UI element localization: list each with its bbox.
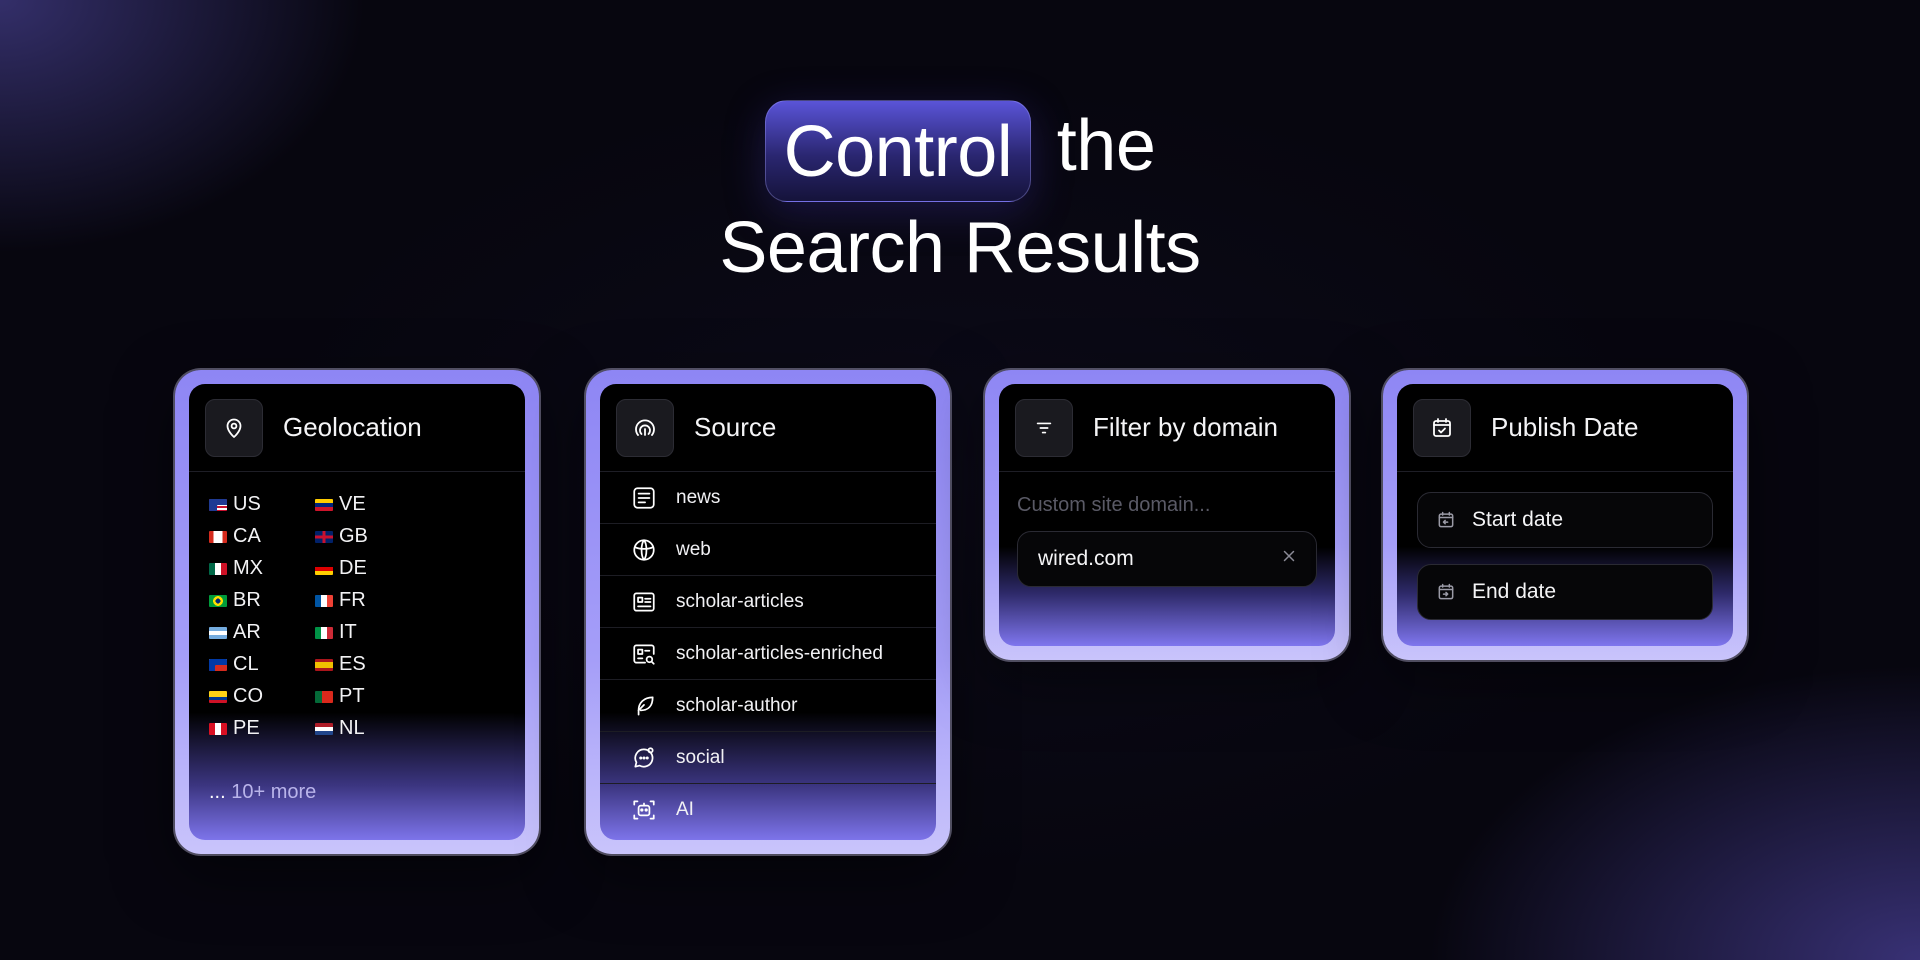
headline-highlight: Control: [764, 100, 1032, 202]
gb-flag-icon: [315, 530, 333, 543]
source-card: Source news web scholar-articles scholar…: [586, 370, 950, 854]
cl-flag-icon: [209, 658, 227, 671]
geolocation-title: Geolocation: [283, 412, 422, 442]
country-pt[interactable]: PT: [315, 684, 421, 709]
country-gb[interactable]: GB: [315, 524, 421, 549]
source-list: news web scholar-articles scholar-articl…: [600, 472, 936, 836]
country-pe[interactable]: PE: [209, 716, 315, 741]
source-item-social[interactable]: social: [600, 732, 936, 784]
nl-flag-icon: [315, 722, 333, 735]
country-mx[interactable]: MX: [209, 556, 315, 581]
filter-icon: [1015, 398, 1073, 457]
ar-flag-icon: [209, 626, 227, 639]
publish-date-card: Publish Date Start date End date: [1383, 370, 1747, 660]
source-item-ai[interactable]: AI: [600, 784, 936, 836]
country-us[interactable]: US: [209, 492, 315, 517]
newspaper-icon: [630, 484, 658, 512]
source-item-scholar-author[interactable]: scholar-author: [600, 680, 936, 732]
pe-flag-icon: [209, 722, 227, 735]
publish-date-panel: Publish Date Start date End date: [1397, 384, 1733, 646]
map-pin-icon: [205, 398, 263, 457]
source-title: Source: [694, 412, 777, 442]
country-list: US CA MX BR AR CL CO PE VE GB DE FR IT E…: [189, 472, 525, 741]
country-es[interactable]: ES: [315, 652, 421, 677]
feather-icon: [630, 692, 658, 720]
country-ar[interactable]: AR: [209, 620, 315, 645]
es-flag-icon: [315, 658, 333, 671]
domain-value: wired.com: [1038, 547, 1134, 570]
source-item-web[interactable]: web: [600, 524, 936, 576]
source-item-news[interactable]: news: [600, 472, 936, 524]
it-flag-icon: [315, 626, 333, 639]
country-br[interactable]: BR: [209, 588, 315, 613]
source-header: Source: [600, 384, 936, 472]
calendar-check-icon: [1413, 398, 1471, 457]
geolocation-card: Geolocation US CA MX BR AR CL CO PE VE G…: [175, 370, 539, 854]
start-date-field[interactable]: Start date: [1417, 492, 1713, 548]
geolocation-header: Geolocation: [189, 384, 525, 472]
ai-bot-icon: [630, 796, 658, 824]
pt-flag-icon: [315, 690, 333, 703]
country-ve[interactable]: VE: [315, 492, 421, 517]
headline-rest: the: [1056, 106, 1156, 186]
country-it[interactable]: IT: [315, 620, 421, 645]
headline-line2: Search Results: [719, 208, 1201, 288]
source-icon: [616, 398, 674, 457]
domain-placeholder[interactable]: Custom site domain...: [999, 472, 1335, 517]
de-flag-icon: [315, 562, 333, 575]
end-date-field[interactable]: End date: [1417, 564, 1713, 620]
ca-flag-icon: [209, 530, 227, 543]
fr-flag-icon: [315, 594, 333, 607]
filter-domain-header: Filter by domain: [999, 384, 1335, 472]
calendar-end-icon: [1436, 582, 1456, 602]
filter-domain-title: Filter by domain: [1093, 412, 1278, 442]
country-fr[interactable]: FR: [315, 588, 421, 613]
publish-date-title: Publish Date: [1491, 412, 1639, 442]
headline: Control the Search Results: [0, 100, 1920, 294]
source-item-scholar-articles[interactable]: scholar-articles: [600, 576, 936, 628]
country-ca[interactable]: CA: [209, 524, 315, 549]
publish-date-header: Publish Date: [1397, 384, 1733, 472]
filter-domain-panel: Filter by domain Custom site domain... w…: [999, 384, 1335, 646]
source-panel: Source news web scholar-articles scholar…: [600, 384, 936, 840]
mx-flag-icon: [209, 562, 227, 575]
article-icon: [630, 588, 658, 616]
br-flag-icon: [209, 594, 227, 607]
more-countries-link[interactable]: ... 10+ more: [209, 781, 316, 804]
article-search-icon: [630, 640, 658, 668]
domain-chip[interactable]: wired.com: [1017, 531, 1317, 587]
country-co[interactable]: CO: [209, 684, 315, 709]
geolocation-panel: Geolocation US CA MX BR AR CL CO PE VE G…: [189, 384, 525, 840]
us-flag-icon: [209, 498, 227, 511]
chat-icon: [630, 744, 658, 772]
filter-domain-card: Filter by domain Custom site domain... w…: [985, 370, 1349, 660]
calendar-start-icon: [1436, 510, 1456, 530]
country-nl[interactable]: NL: [315, 716, 421, 741]
country-de[interactable]: DE: [315, 556, 421, 581]
globe-icon: [630, 536, 658, 564]
ve-flag-icon: [315, 498, 333, 511]
country-cl[interactable]: CL: [209, 652, 315, 677]
co-flag-icon: [209, 690, 227, 703]
source-item-scholar-articles-enriched[interactable]: scholar-articles-enriched: [600, 628, 936, 680]
close-icon[interactable]: [1280, 547, 1298, 571]
